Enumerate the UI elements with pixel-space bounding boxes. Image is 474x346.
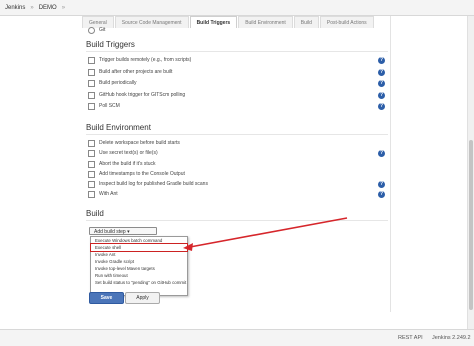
- annotation-arrow-icon: [183, 217, 348, 251]
- apply-button[interactable]: Apply: [125, 292, 160, 304]
- save-button[interactable]: Save: [89, 292, 124, 304]
- rest-api-link[interactable]: REST API: [398, 335, 423, 341]
- footer: REST API Jenkins 2.249.2: [0, 329, 474, 346]
- scrollbar-thumb[interactable]: [469, 140, 473, 310]
- version-link[interactable]: Jenkins 2.249.2: [432, 335, 471, 341]
